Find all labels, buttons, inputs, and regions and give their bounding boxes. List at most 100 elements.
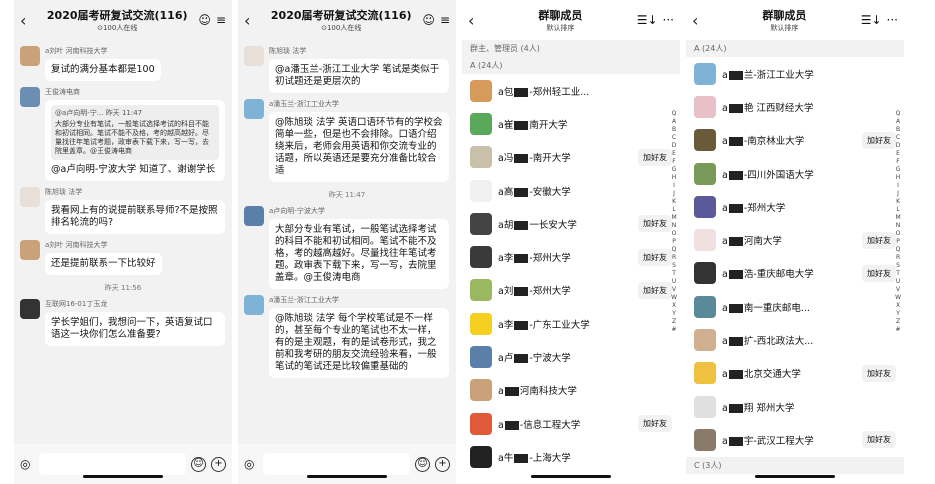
alphabet-letter[interactable]: A (895, 118, 901, 126)
member-row[interactable]: a 河南科技大学 (462, 374, 680, 407)
member-row[interactable]: a牛 -上海大学 (462, 440, 680, 473)
message-bubble[interactable]: @陈旭琰 法学 英语口语环节有的学校会简单一些，但是也不会排除。口语介绍绕来后，… (269, 112, 449, 182)
more-icon[interactable]: ··· (887, 13, 898, 27)
avatar[interactable] (244, 206, 264, 226)
alphabet-letter[interactable]: L (671, 206, 677, 214)
alphabet-letter[interactable]: Q (895, 110, 901, 118)
member-row[interactable]: a 宇-武汉工程大学 加好友 (686, 423, 904, 456)
alphabet-letter[interactable]: N (671, 222, 677, 230)
quoted-message[interactable]: @a卢向明-宁... 昨天 11:47 大部分专业有笔试，一般笔试选择考试的科目不… (51, 105, 219, 160)
member-row[interactable]: a 兰-浙江工业大学 (686, 57, 904, 90)
back-icon[interactable]: ‹ (692, 11, 708, 30)
alphabet-letter[interactable]: P (895, 238, 901, 246)
back-icon[interactable]: ‹ (468, 11, 484, 30)
member-row[interactable]: a 浩-重庆邮电大学 加好友 (686, 257, 904, 290)
alphabet-letter[interactable]: D (671, 142, 677, 150)
alphabet-letter[interactable]: H (671, 174, 677, 182)
message-bubble[interactable]: 大部分专业有笔试，一般笔试选择考试的科目不能和初试相同。笔试不能不及格，考的越高… (269, 219, 449, 289)
avatar[interactable] (20, 240, 40, 260)
avatar[interactable] (244, 46, 264, 66)
emoji-icon[interactable]: ☺ (415, 456, 430, 472)
alphabet-letter[interactable]: V (671, 286, 677, 294)
message-input[interactable] (263, 453, 410, 475)
message-bubble[interactable]: @a潘玉兰-浙江工业大学 笔试是类似于初试题还是更层次的 (269, 59, 449, 93)
member-row[interactable]: a卢 -宁波大学 (462, 340, 680, 373)
alphabet-letter[interactable]: F (671, 158, 677, 166)
alphabet-letter[interactable]: Q (895, 246, 901, 254)
member-row[interactable]: a冯 -南开大学 加好友 (462, 141, 680, 174)
add-friend-button[interactable]: 加好友 (638, 148, 672, 166)
group-avatar-icon[interactable]: ☺ (198, 13, 211, 27)
alphabet-letter[interactable]: A (671, 118, 677, 126)
alphabet-letter[interactable]: K (895, 198, 901, 206)
alphabet-letter[interactable]: S (895, 262, 901, 270)
alphabet-letter[interactable]: Q (671, 110, 677, 118)
avatar[interactable] (244, 99, 264, 119)
member-row[interactable]: a胡 一长安大学 加好友 (462, 207, 680, 240)
add-friend-button[interactable]: 加好友 (638, 248, 672, 266)
member-row[interactable]: a 南一重庆邮电... (686, 290, 904, 323)
alphabet-letter[interactable]: W (895, 294, 901, 302)
alphabet-letter[interactable]: U (671, 278, 677, 286)
emoji-icon[interactable]: ☺ (191, 456, 206, 472)
plus-icon[interactable]: + (435, 456, 450, 472)
alphabet-letter[interactable]: S (671, 262, 677, 270)
back-icon[interactable]: ‹ (20, 11, 36, 30)
alphabet-letter[interactable]: O (671, 230, 677, 238)
alphabet-letter[interactable]: X (671, 302, 677, 310)
avatar[interactable] (20, 299, 40, 319)
alphabet-letter[interactable]: H (895, 174, 901, 182)
alphabet-letter[interactable]: # (895, 326, 901, 334)
alphabet-letter[interactable]: V (895, 286, 901, 294)
alphabet-letter[interactable]: X (895, 302, 901, 310)
member-row[interactable]: a 北京交通大学 加好友 (686, 357, 904, 390)
alphabet-letter[interactable]: K (671, 198, 677, 206)
group-avatar-icon[interactable]: ☺ (422, 13, 435, 27)
message-bubble[interactable]: 复试的满分基本都是100 (45, 59, 161, 81)
avatar[interactable] (20, 87, 40, 107)
member-row[interactable]: a -四川外国语大学 (686, 157, 904, 190)
menu-icon[interactable]: ≡ (216, 13, 226, 27)
sort-icon[interactable]: ☰↓ (861, 13, 882, 27)
member-row[interactable]: a 翔 郑州大学 (686, 390, 904, 423)
member-row[interactable]: a李 -郑州大学 加好友 (462, 240, 680, 273)
alphabet-letter[interactable]: M (895, 214, 901, 222)
alphabet-letter[interactable]: R (671, 254, 677, 262)
alphabet-letter[interactable]: U (895, 278, 901, 286)
add-friend-button[interactable]: 加好友 (862, 231, 896, 249)
alphabet-letter[interactable]: O (895, 230, 901, 238)
more-icon[interactable]: ··· (663, 13, 674, 27)
alphabet-letter[interactable]: I (895, 182, 901, 190)
alphabet-letter[interactable]: Q (671, 246, 677, 254)
alphabet-letter[interactable]: E (895, 150, 901, 158)
message-input[interactable] (39, 453, 186, 475)
member-row[interactable]: a 河南大学 加好友 (686, 223, 904, 256)
voice-icon[interactable]: ◎ (20, 457, 34, 471)
alphabet-letter[interactable]: I (671, 182, 677, 190)
add-friend-button[interactable]: 加好友 (638, 281, 672, 299)
alphabet-letter[interactable]: L (895, 206, 901, 214)
alphabet-letter[interactable]: Z (895, 318, 901, 326)
message-bubble[interactable]: 学长学姐们，我想问一下，英语复试口语这一块你们怎么准备要? (45, 312, 225, 346)
avatar[interactable] (20, 187, 40, 207)
add-friend-button[interactable]: 加好友 (862, 431, 896, 449)
alphabet-letter[interactable]: B (895, 126, 901, 134)
alphabet-letter[interactable]: P (671, 238, 677, 246)
menu-icon[interactable]: ≡ (440, 13, 450, 27)
plus-icon[interactable]: + (211, 456, 226, 472)
add-friend-button[interactable]: 加好友 (638, 215, 672, 233)
member-row[interactable]: a包 -郑州轻工业... (462, 74, 680, 107)
sort-icon[interactable]: ☰↓ (637, 13, 658, 27)
alphabet-letter[interactable]: Z (671, 318, 677, 326)
message-bubble[interactable]: 还是提前联系一下比较好 (45, 253, 162, 275)
member-row[interactable]: a刘 -郑州大学 加好友 (462, 274, 680, 307)
alphabet-letter[interactable]: C (671, 134, 677, 142)
avatar[interactable] (20, 46, 40, 66)
avatar[interactable] (244, 295, 264, 315)
member-row[interactable]: a崔 南开大学 (462, 107, 680, 140)
alphabet-letter[interactable]: Y (671, 310, 677, 318)
add-friend-button[interactable]: 加好友 (862, 364, 896, 382)
alphabet-index[interactable]: Q A B C D E F G H I J K L M N O P Q R S T U V W X Y Z # (895, 110, 901, 334)
message-bubble[interactable]: 我看网上有的说提前联系导师?不是按照排名轮流的吗? (45, 200, 225, 234)
alphabet-letter[interactable]: D (895, 142, 901, 150)
